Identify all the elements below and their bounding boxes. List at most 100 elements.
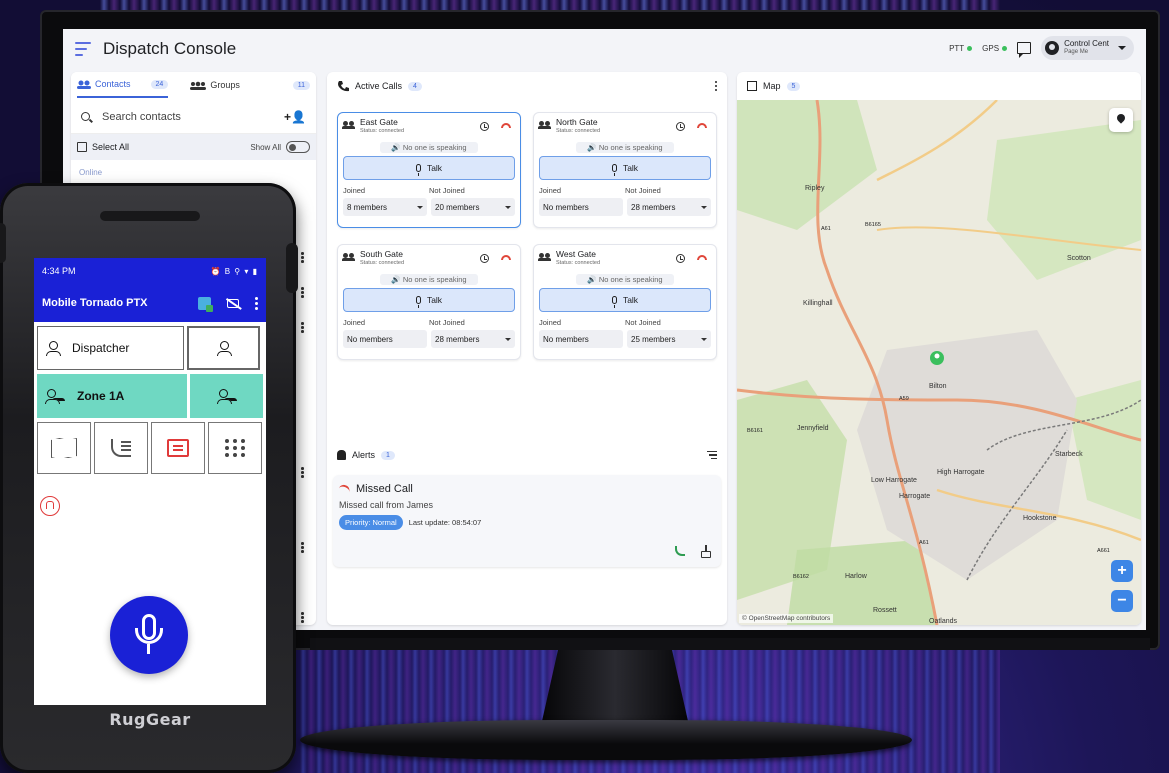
tab-contacts[interactable]: Contacts 24 xyxy=(77,72,169,98)
select-all-checkbox[interactable] xyxy=(77,142,87,152)
push-to-talk-button[interactable] xyxy=(110,596,188,674)
messages-tile-button[interactable] xyxy=(151,422,205,474)
filter-icon[interactable] xyxy=(707,450,717,460)
call-card-north-gate[interactable]: North Gate Status: connected 🔊 No one is … xyxy=(533,112,717,228)
history-icon[interactable] xyxy=(480,122,489,131)
contact-menu-icon[interactable] xyxy=(301,467,304,478)
not-joined-members-select[interactable]: 25 members xyxy=(627,330,711,348)
not-joined-value: 20 members xyxy=(435,202,480,212)
talk-button[interactable]: Talk xyxy=(343,288,515,312)
call-status: Status: connected xyxy=(556,128,601,134)
camera-off-icon[interactable] xyxy=(227,298,239,308)
user-name-text: Control Cent xyxy=(1064,39,1109,48)
zoom-in-button[interactable]: + xyxy=(1111,560,1133,582)
place-label: Hookstone xyxy=(1023,515,1057,522)
more-options-icon[interactable] xyxy=(255,296,258,310)
alert-title: Missed Call xyxy=(356,483,413,495)
joined-label: Joined xyxy=(343,186,366,195)
call-card-east-gate[interactable]: East Gate Status: connected 🔊 No one is s… xyxy=(337,112,521,228)
call-log-tile-button[interactable] xyxy=(94,422,148,474)
call-back-icon[interactable] xyxy=(675,546,685,556)
history-icon[interactable] xyxy=(676,254,685,263)
dialpad-tile-button[interactable] xyxy=(208,422,262,474)
speaking-indicator: 🔊 No one is speaking xyxy=(380,274,478,285)
joined-value: No members xyxy=(543,334,589,344)
show-all-toggle[interactable] xyxy=(286,141,310,153)
contact-menu-icon[interactable] xyxy=(301,252,304,263)
contact-menu-icon[interactable] xyxy=(301,542,304,553)
road-label: A61 xyxy=(919,540,929,546)
call-card-west-gate[interactable]: West Gate Status: connected 🔊 No one is s… xyxy=(533,244,717,360)
road-label: B6161 xyxy=(747,428,763,434)
map-tile-button[interactable] xyxy=(37,422,91,474)
hang-up-icon[interactable] xyxy=(697,255,707,260)
joined-label: Joined xyxy=(539,186,562,195)
joined-members-select[interactable]: No members xyxy=(539,198,623,216)
map-attribution: © OpenStreetMap contributors xyxy=(739,614,834,623)
select-all-row: Select All Show All xyxy=(71,134,316,160)
add-contact-icon[interactable]: +👤 xyxy=(284,110,306,124)
not-joined-members-select[interactable]: 28 members xyxy=(431,330,515,348)
map-view[interactable]: Ripley Scotton Killinghall Bilton Jennyf… xyxy=(737,100,1141,625)
not-joined-label: Not Joined xyxy=(429,318,465,327)
clear-alert-icon[interactable] xyxy=(701,545,711,558)
joined-members-select[interactable]: No members xyxy=(539,330,623,348)
emergency-alarm-icon[interactable] xyxy=(40,496,60,516)
chevron-down-icon xyxy=(505,205,511,209)
user-subtitle: Page Me xyxy=(1064,49,1089,55)
joined-members-select[interactable]: No members xyxy=(343,330,427,348)
history-icon[interactable] xyxy=(676,122,685,131)
contact-menu-icon[interactable] xyxy=(301,612,304,623)
place-label: Harrogate xyxy=(899,493,930,500)
history-icon[interactable] xyxy=(480,254,489,263)
active-calls-title: Active Calls xyxy=(355,81,403,91)
hang-up-icon[interactable] xyxy=(697,123,707,128)
place-label: Harlow xyxy=(845,573,868,580)
hang-up-icon[interactable] xyxy=(501,255,511,260)
dispatcher-contact-button[interactable] xyxy=(187,326,260,370)
map-count: 5 xyxy=(786,81,801,91)
app-title: Dispatch Console xyxy=(103,39,237,58)
place-label: Ripley xyxy=(805,185,825,192)
mobile-app-bar: Mobile Tornado PTX xyxy=(34,284,266,322)
online-section-header: Online xyxy=(79,168,103,177)
contact-menu-icon[interactable] xyxy=(301,287,304,298)
message-icon xyxy=(167,439,189,457)
call-card-south-gate[interactable]: South Gate Status: connected 🔊 No one is … xyxy=(337,244,521,360)
more-options-icon[interactable] xyxy=(714,80,717,92)
menu-icon[interactable] xyxy=(75,42,91,56)
user-menu-button[interactable]: Control Cent Page Me xyxy=(1041,36,1134,60)
call-name: West Gate xyxy=(556,249,596,259)
tab-groups[interactable]: Groups xyxy=(190,80,240,90)
place-label: Bilton xyxy=(929,383,947,390)
zoom-out-button[interactable]: − xyxy=(1111,590,1133,612)
map-icon xyxy=(747,81,757,91)
not-joined-value: 25 members xyxy=(631,334,676,344)
hang-up-icon[interactable] xyxy=(501,123,511,128)
dispatcher-button[interactable]: Dispatcher xyxy=(37,326,184,370)
not-joined-members-select[interactable]: 20 members xyxy=(431,198,515,216)
map-header: Map 5 xyxy=(737,72,1141,100)
zone-group-button[interactable]: Zone 1A xyxy=(37,374,187,418)
speaking-indicator: 🔊 No one is speaking xyxy=(576,274,674,285)
ptt-status-dot xyxy=(967,45,973,51)
search-contacts-input[interactable]: Search contacts +👤 xyxy=(71,100,316,134)
dispatcher-label: Dispatcher xyxy=(72,341,130,355)
translate-icon[interactable] xyxy=(198,296,213,312)
talk-button[interactable]: Talk xyxy=(343,156,515,180)
app-header: Dispatch Console PTT GPS Control Cent Pag… xyxy=(63,29,1146,69)
contacts-icon xyxy=(77,80,91,89)
place-label: Rossett xyxy=(873,607,897,614)
location-pin-button[interactable] xyxy=(1109,108,1133,132)
joined-members-select[interactable]: 8 members xyxy=(343,198,427,216)
speaking-text: No one is speaking xyxy=(402,143,467,152)
chat-icon[interactable] xyxy=(1017,42,1032,58)
contact-menu-icon[interactable] xyxy=(301,322,304,333)
alert-card[interactable]: Missed Call Missed call from James Prior… xyxy=(333,475,721,567)
talk-button[interactable]: Talk xyxy=(539,156,711,180)
talk-button[interactable]: Talk xyxy=(539,288,711,312)
joined-value: No members xyxy=(347,334,393,344)
place-label: Scotton xyxy=(1067,255,1091,262)
not-joined-members-select[interactable]: 28 members xyxy=(627,198,711,216)
zone-contacts-button[interactable] xyxy=(190,374,263,418)
